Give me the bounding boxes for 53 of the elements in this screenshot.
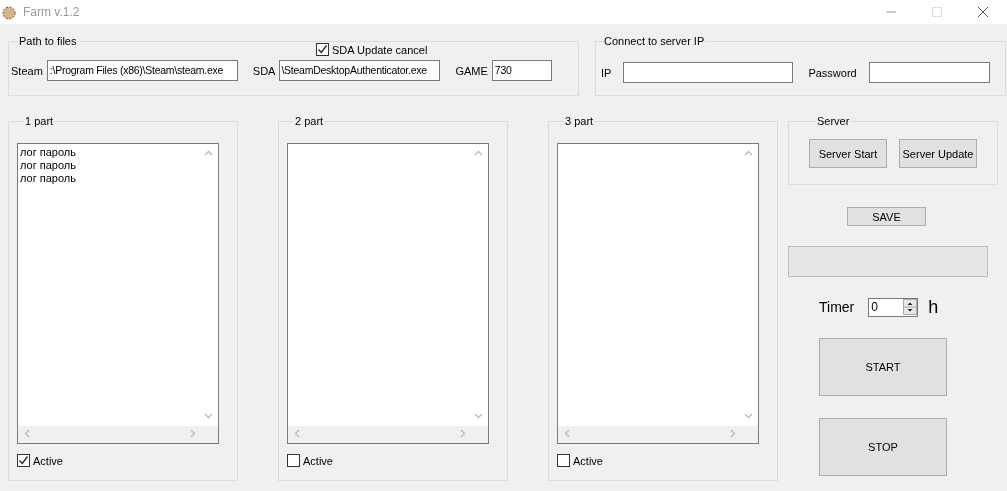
field-label: IP [601,66,612,79]
spin-arrows-icon[interactable] [903,299,918,315]
checkbox[interactable]: SDA Update cancel [316,43,428,56]
maximize-icon[interactable] [931,6,943,18]
text-line: лог пароль [20,172,76,185]
text-field[interactable] [623,62,794,83]
save-button[interactable]: SAVE [847,207,926,226]
group-title: 1 part [24,115,55,127]
text-line: лог пароль [20,159,76,172]
text-area[interactable] [287,143,489,444]
app-icon [1,4,17,20]
text-field[interactable] [868,62,990,83]
server-button[interactable]: Server Update [899,139,977,168]
check-icon [18,455,29,466]
scroll-right-icon[interactable] [730,429,736,438]
scroll-left-icon[interactable] [564,429,570,438]
scroll-up-icon[interactable] [204,150,213,156]
group-title: Server [816,115,851,127]
group-title: 2 part [294,115,325,127]
scroll-left-icon[interactable] [24,429,30,438]
scroll-up-icon[interactable] [744,150,753,156]
start-button[interactable]: START [819,338,947,396]
unit-label: h [928,296,939,318]
field-label: SDA [252,64,276,77]
text-field[interactable]: 730 [491,60,552,81]
text-line: лог пароль [20,146,76,159]
close-icon[interactable] [977,6,989,18]
spin-field[interactable]: 0 [868,297,919,317]
text-field[interactable]: :\Program Files (x86)\Steam\steam.exe [46,60,238,81]
field-label: Steam [11,64,43,77]
text-area[interactable]: лог пароль лог пароль лог пароль [17,143,219,444]
window-title: Farm v.1.2 [23,5,80,19]
group-title: Connect to server IP [603,35,706,47]
checkbox[interactable]: Active [17,454,63,467]
scroll-down-icon[interactable] [474,413,483,419]
scroll-left-icon[interactable] [294,429,300,438]
group-title: Path to files [18,35,78,47]
scroll-down-icon[interactable] [744,413,753,419]
scroll-up-icon[interactable] [474,150,483,156]
field-label: GAME [455,64,488,77]
check-icon [317,44,328,55]
text-area[interactable] [557,143,759,444]
stop-button[interactable]: STOP [819,418,947,476]
checkbox[interactable]: Active [557,454,603,467]
scroll-down-icon[interactable] [204,413,213,419]
field-label: Password [808,66,857,79]
checkbox[interactable]: Active [287,454,333,467]
scroll-right-icon[interactable] [460,429,466,438]
text-field[interactable]: \SteamDesktopAuthenticator.exe [279,60,441,81]
server-button[interactable]: Server Start [809,139,887,168]
scroll-right-icon[interactable] [190,429,196,438]
group-title: 3 part [564,115,595,127]
timer-label: Timer [819,299,855,315]
